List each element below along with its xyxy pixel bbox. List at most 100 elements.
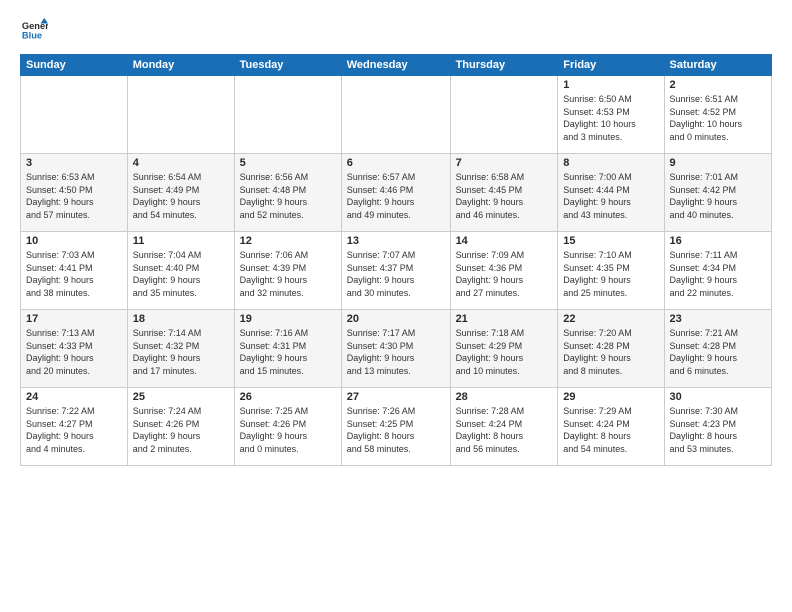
day-info: Sunrise: 7:06 AM Sunset: 4:39 PM Dayligh… bbox=[240, 249, 336, 299]
day-info: Sunrise: 6:54 AM Sunset: 4:49 PM Dayligh… bbox=[133, 171, 229, 221]
day-cell: 4 Sunrise: 6:54 AM Sunset: 4:49 PM Daylig… bbox=[127, 154, 234, 232]
day-info: Sunrise: 7:00 AM Sunset: 4:44 PM Dayligh… bbox=[563, 171, 658, 221]
day-number: 11 bbox=[133, 235, 229, 247]
column-header-thursday: Thursday bbox=[450, 55, 558, 76]
logo-icon: General Blue bbox=[20, 16, 48, 44]
day-cell: 24 Sunrise: 7:22 AM Sunset: 4:27 PM Dayli… bbox=[21, 388, 128, 466]
day-cell: 13Sunrise: 7:07 AM Sunset: 4:37 PM Dayli… bbox=[341, 232, 450, 310]
day-info: Sunrise: 7:29 AM Sunset: 4:24 PM Dayligh… bbox=[563, 405, 658, 455]
day-info: Sunrise: 7:09 AM Sunset: 4:36 PM Dayligh… bbox=[456, 249, 553, 299]
day-number: 20 bbox=[347, 313, 445, 325]
calendar-page: General Blue SundayMondayTuesdayWednesda… bbox=[0, 0, 792, 612]
day-cell bbox=[450, 76, 558, 154]
day-number: 23 bbox=[670, 313, 767, 325]
day-number: 26 bbox=[240, 391, 336, 403]
day-info: Sunrise: 6:50 AM Sunset: 4:53 PM Dayligh… bbox=[563, 93, 658, 143]
day-number: 19 bbox=[240, 313, 336, 325]
day-number: 30 bbox=[670, 391, 767, 403]
day-number: 5 bbox=[240, 157, 336, 169]
day-number: 7 bbox=[456, 157, 553, 169]
day-info: Sunrise: 7:25 AM Sunset: 4:26 PM Dayligh… bbox=[240, 405, 336, 455]
day-cell bbox=[341, 76, 450, 154]
day-cell: 14 Sunrise: 7:09 AM Sunset: 4:36 PM Dayli… bbox=[450, 232, 558, 310]
day-info: Sunrise: 7:20 AM Sunset: 4:28 PM Dayligh… bbox=[563, 327, 658, 377]
day-number: 18 bbox=[133, 313, 229, 325]
day-cell: 7 Sunrise: 6:58 AM Sunset: 4:45 PM Daylig… bbox=[450, 154, 558, 232]
day-cell: 12 Sunrise: 7:06 AM Sunset: 4:39 PM Dayli… bbox=[234, 232, 341, 310]
day-info: Sunrise: 7:10 AM Sunset: 4:35 PM Dayligh… bbox=[563, 249, 658, 299]
day-number: 21 bbox=[456, 313, 553, 325]
day-info: Sunrise: 7:11 AM Sunset: 4:34 PM Dayligh… bbox=[670, 249, 767, 299]
day-info: Sunrise: 7:01 AM Sunset: 4:42 PM Dayligh… bbox=[670, 171, 767, 221]
day-info: Sunrise: 6:51 AM Sunset: 4:52 PM Dayligh… bbox=[670, 93, 767, 143]
day-cell: 2 Sunrise: 6:51 AM Sunset: 4:52 PM Daylig… bbox=[664, 76, 772, 154]
day-cell bbox=[21, 76, 128, 154]
day-number: 24 bbox=[26, 391, 122, 403]
day-number: 25 bbox=[133, 391, 229, 403]
calendar-table: SundayMondayTuesdayWednesdayThursdayFrid… bbox=[20, 54, 772, 466]
column-header-monday: Monday bbox=[127, 55, 234, 76]
day-cell: 21Sunrise: 7:18 AM Sunset: 4:29 PM Dayli… bbox=[450, 310, 558, 388]
day-cell: 17 Sunrise: 7:13 AM Sunset: 4:33 PM Dayli… bbox=[21, 310, 128, 388]
day-info: Sunrise: 7:24 AM Sunset: 4:26 PM Dayligh… bbox=[133, 405, 229, 455]
day-info: Sunrise: 7:13 AM Sunset: 4:33 PM Dayligh… bbox=[26, 327, 122, 377]
day-cell: 29Sunrise: 7:29 AM Sunset: 4:24 PM Dayli… bbox=[558, 388, 664, 466]
day-number: 1 bbox=[563, 79, 658, 91]
day-cell: 15Sunrise: 7:10 AM Sunset: 4:35 PM Dayli… bbox=[558, 232, 664, 310]
day-info: Sunrise: 6:56 AM Sunset: 4:48 PM Dayligh… bbox=[240, 171, 336, 221]
column-header-sunday: Sunday bbox=[21, 55, 128, 76]
day-number: 9 bbox=[670, 157, 767, 169]
day-info: Sunrise: 7:03 AM Sunset: 4:41 PM Dayligh… bbox=[26, 249, 122, 299]
day-number: 2 bbox=[670, 79, 767, 91]
week-row-2: 3 Sunrise: 6:53 AM Sunset: 4:50 PM Daylig… bbox=[21, 154, 772, 232]
day-info: Sunrise: 7:30 AM Sunset: 4:23 PM Dayligh… bbox=[670, 405, 767, 455]
day-info: Sunrise: 7:26 AM Sunset: 4:25 PM Dayligh… bbox=[347, 405, 445, 455]
day-cell: 8Sunrise: 7:00 AM Sunset: 4:44 PM Daylig… bbox=[558, 154, 664, 232]
day-cell: 23Sunrise: 7:21 AM Sunset: 4:28 PM Dayli… bbox=[664, 310, 772, 388]
day-cell: 22 Sunrise: 7:20 AM Sunset: 4:28 PM Dayli… bbox=[558, 310, 664, 388]
day-number: 17 bbox=[26, 313, 122, 325]
day-info: Sunrise: 7:07 AM Sunset: 4:37 PM Dayligh… bbox=[347, 249, 445, 299]
day-number: 22 bbox=[563, 313, 658, 325]
day-cell bbox=[127, 76, 234, 154]
day-info: Sunrise: 6:57 AM Sunset: 4:46 PM Dayligh… bbox=[347, 171, 445, 221]
column-header-saturday: Saturday bbox=[664, 55, 772, 76]
day-cell: 3 Sunrise: 6:53 AM Sunset: 4:50 PM Daylig… bbox=[21, 154, 128, 232]
day-info: Sunrise: 7:16 AM Sunset: 4:31 PM Dayligh… bbox=[240, 327, 336, 377]
week-row-1: 1 Sunrise: 6:50 AM Sunset: 4:53 PM Daylig… bbox=[21, 76, 772, 154]
day-cell: 20 Sunrise: 7:17 AM Sunset: 4:30 PM Dayli… bbox=[341, 310, 450, 388]
header: General Blue bbox=[20, 16, 772, 44]
logo: General Blue bbox=[20, 16, 48, 44]
week-row-5: 24 Sunrise: 7:22 AM Sunset: 4:27 PM Dayli… bbox=[21, 388, 772, 466]
day-cell: 28 Sunrise: 7:28 AM Sunset: 4:24 PM Dayli… bbox=[450, 388, 558, 466]
day-cell: 19 Sunrise: 7:16 AM Sunset: 4:31 PM Dayli… bbox=[234, 310, 341, 388]
column-header-friday: Friday bbox=[558, 55, 664, 76]
day-number: 28 bbox=[456, 391, 553, 403]
day-info: Sunrise: 6:53 AM Sunset: 4:50 PM Dayligh… bbox=[26, 171, 122, 221]
day-cell bbox=[234, 76, 341, 154]
day-cell: 1 Sunrise: 6:50 AM Sunset: 4:53 PM Daylig… bbox=[558, 76, 664, 154]
day-cell: 5 Sunrise: 6:56 AM Sunset: 4:48 PM Daylig… bbox=[234, 154, 341, 232]
day-number: 14 bbox=[456, 235, 553, 247]
day-number: 3 bbox=[26, 157, 122, 169]
day-number: 10 bbox=[26, 235, 122, 247]
week-row-3: 10 Sunrise: 7:03 AM Sunset: 4:41 PM Dayli… bbox=[21, 232, 772, 310]
day-cell: 26 Sunrise: 7:25 AM Sunset: 4:26 PM Dayli… bbox=[234, 388, 341, 466]
day-info: Sunrise: 7:17 AM Sunset: 4:30 PM Dayligh… bbox=[347, 327, 445, 377]
day-cell: 18 Sunrise: 7:14 AM Sunset: 4:32 PM Dayli… bbox=[127, 310, 234, 388]
day-cell: 25 Sunrise: 7:24 AM Sunset: 4:26 PM Dayli… bbox=[127, 388, 234, 466]
day-cell: 6 Sunrise: 6:57 AM Sunset: 4:46 PM Daylig… bbox=[341, 154, 450, 232]
day-cell: 27Sunrise: 7:26 AM Sunset: 4:25 PM Dayli… bbox=[341, 388, 450, 466]
day-cell: 16Sunrise: 7:11 AM Sunset: 4:34 PM Dayli… bbox=[664, 232, 772, 310]
header-row: SundayMondayTuesdayWednesdayThursdayFrid… bbox=[21, 55, 772, 76]
day-info: Sunrise: 7:14 AM Sunset: 4:32 PM Dayligh… bbox=[133, 327, 229, 377]
day-info: Sunrise: 7:28 AM Sunset: 4:24 PM Dayligh… bbox=[456, 405, 553, 455]
day-info: Sunrise: 6:58 AM Sunset: 4:45 PM Dayligh… bbox=[456, 171, 553, 221]
day-number: 12 bbox=[240, 235, 336, 247]
day-info: Sunrise: 7:22 AM Sunset: 4:27 PM Dayligh… bbox=[26, 405, 122, 455]
day-cell: 11 Sunrise: 7:04 AM Sunset: 4:40 PM Dayli… bbox=[127, 232, 234, 310]
column-header-wednesday: Wednesday bbox=[341, 55, 450, 76]
day-number: 6 bbox=[347, 157, 445, 169]
day-info: Sunrise: 7:04 AM Sunset: 4:40 PM Dayligh… bbox=[133, 249, 229, 299]
day-number: 4 bbox=[133, 157, 229, 169]
